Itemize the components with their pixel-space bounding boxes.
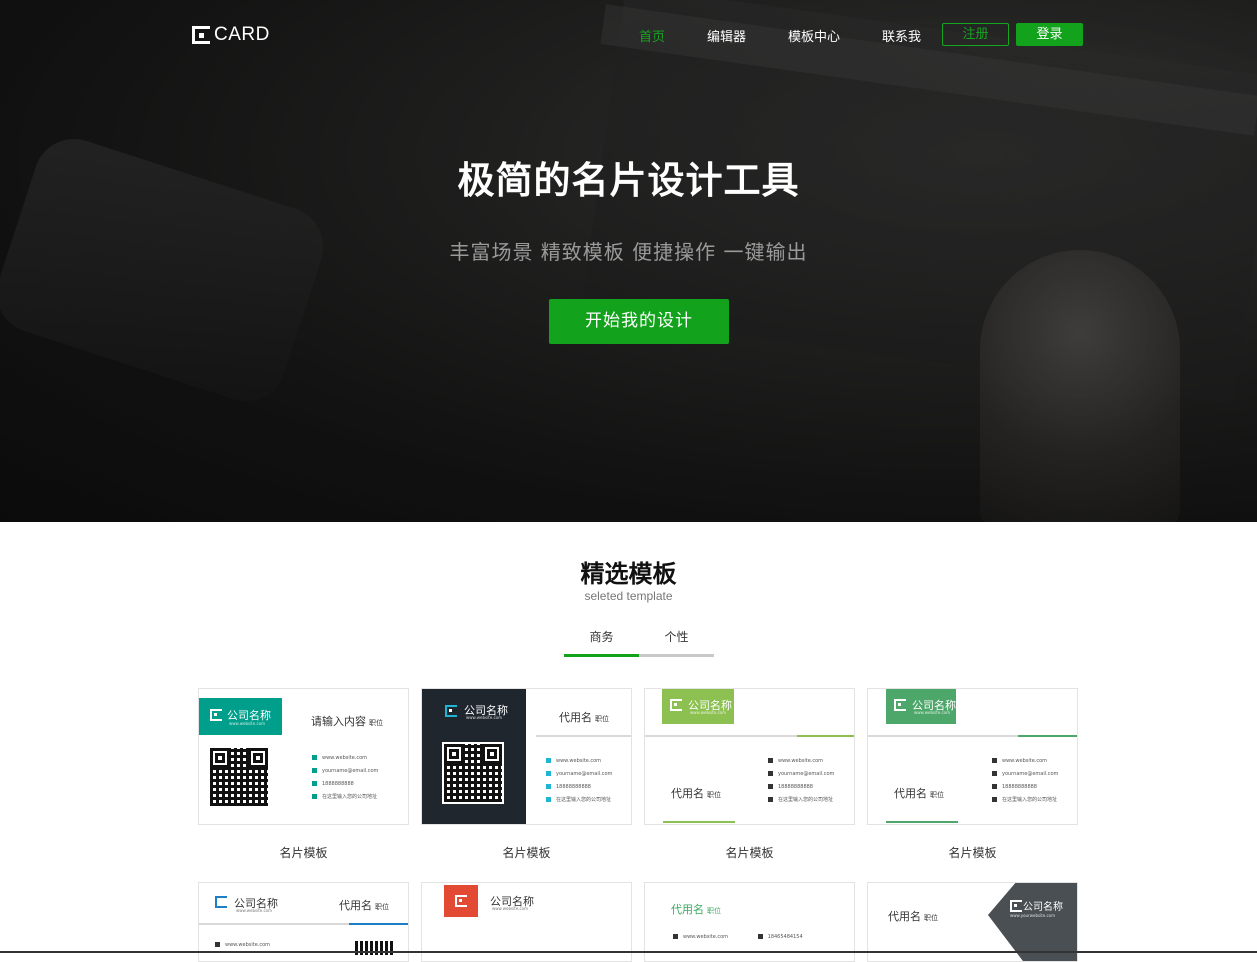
divider [645, 735, 797, 737]
tab-personal[interactable]: 个性 [639, 628, 714, 645]
company-website: www.website.com [229, 721, 266, 726]
card-label-4: 名片模板 [948, 846, 997, 860]
contact-info: www.website.com 18465484154 [673, 931, 803, 944]
template-card-6[interactable]: 公司名称 www.website.com [421, 882, 632, 962]
company-website: www.website.com [690, 710, 727, 715]
register-button[interactable]: 注册 [942, 23, 1009, 46]
tab-active-indicator [564, 654, 639, 657]
company-name: 公司名称 [1023, 902, 1063, 913]
template-card-2[interactable]: 公司名称 www.website.com 代用名 职位 www.website.c… [421, 688, 632, 825]
footer-accent [886, 821, 958, 823]
company-website: www.yourwebsite.com [1010, 913, 1056, 918]
company-website: www.website.com [236, 908, 273, 913]
person-name: 代用名 职位 [339, 899, 389, 912]
template-card-3[interactable]: 公司名称 www.website.com 代用名 职位 www.website.c… [644, 688, 855, 825]
footer-accent [663, 821, 735, 823]
company-logo-icon [1010, 900, 1022, 912]
divider [536, 735, 631, 737]
login-button[interactable]: 登录 [1016, 23, 1083, 46]
contact-info: www.website.com yourname@email.com 18888… [992, 755, 1058, 807]
tab-business[interactable]: 商务 [564, 628, 639, 645]
divider [199, 923, 349, 925]
qr-code-icon [210, 748, 268, 806]
phone-icon [312, 781, 317, 786]
divider [868, 735, 1018, 737]
company-logo-icon [670, 699, 682, 711]
company-logo-icon [894, 699, 906, 711]
contact-info: www.website.com yourname@email.com 18888… [768, 755, 834, 807]
card-label-1: 名片模板 [279, 846, 328, 860]
person-name: 代用名 职位 [894, 787, 944, 800]
email-icon [312, 768, 317, 773]
nav-templates[interactable]: 模板中心 [788, 26, 840, 45]
start-design-button[interactable]: 开始我的设计 [549, 299, 729, 344]
qr-code-icon [442, 742, 504, 804]
person-name: 代用名 职位 [559, 711, 609, 724]
contact-info: www.website.com yourname@email.com 18888… [312, 752, 378, 804]
company-logo-icon [215, 896, 227, 908]
section-title: 精选模板 [580, 560, 677, 588]
person-name: 请输入内容 职位 [311, 715, 383, 728]
template-card-1[interactable]: 公司名称 www.website.com 请输入内容 职位 www.website… [198, 688, 409, 825]
hero-banner: CARD 首页 编辑器 模板中心 联系我 注册 登录 极简的名片设计工具 丰富场… [0, 0, 1257, 522]
web-icon [312, 755, 317, 760]
company-logo-icon [455, 895, 467, 907]
card-label-3: 名片模板 [725, 846, 774, 860]
company-logo-icon [445, 705, 457, 717]
template-card-5[interactable]: 公司名称 www.website.com 代用名 职位 www.website.c… [198, 882, 409, 962]
divider-accent [797, 735, 854, 737]
nav-home[interactable]: 首页 [639, 26, 665, 45]
divider-accent [349, 923, 408, 925]
person-name: 代用名 职位 [671, 787, 721, 800]
company-website: www.website.com [466, 715, 503, 720]
hero-title: 极简的名片设计工具 [457, 159, 800, 202]
contact-info: www.website.com yourname@email.com 18888… [546, 755, 612, 807]
divider-accent [1018, 735, 1077, 737]
template-card-8[interactable]: 代用名 职位 公司名称 www.yourwebsite.com [867, 882, 1078, 962]
person-name: 代用名 职位 [671, 903, 721, 916]
company-logo-icon [210, 709, 222, 721]
nav-editor[interactable]: 编辑器 [707, 26, 746, 45]
location-icon [312, 794, 317, 799]
company-website: www.website.com [914, 710, 951, 715]
template-card-7[interactable]: 代用名 职位 www.website.com 18465484154 [644, 882, 855, 962]
hero-subtitle: 丰富场景 精致模板 便捷操作 一键输出 [449, 240, 808, 264]
company-website: www.website.com [492, 906, 529, 911]
nav-contact[interactable]: 联系我 [882, 26, 921, 45]
card-label-2: 名片模板 [502, 846, 551, 860]
template-card-4[interactable]: 公司名称 www.website.com 代用名 职位 www.website.c… [867, 688, 1078, 825]
person-name: 代用名 职位 [888, 910, 938, 923]
section-subtitle: seleted template [584, 589, 673, 603]
template-tabs: 商务 个性 [564, 628, 714, 658]
